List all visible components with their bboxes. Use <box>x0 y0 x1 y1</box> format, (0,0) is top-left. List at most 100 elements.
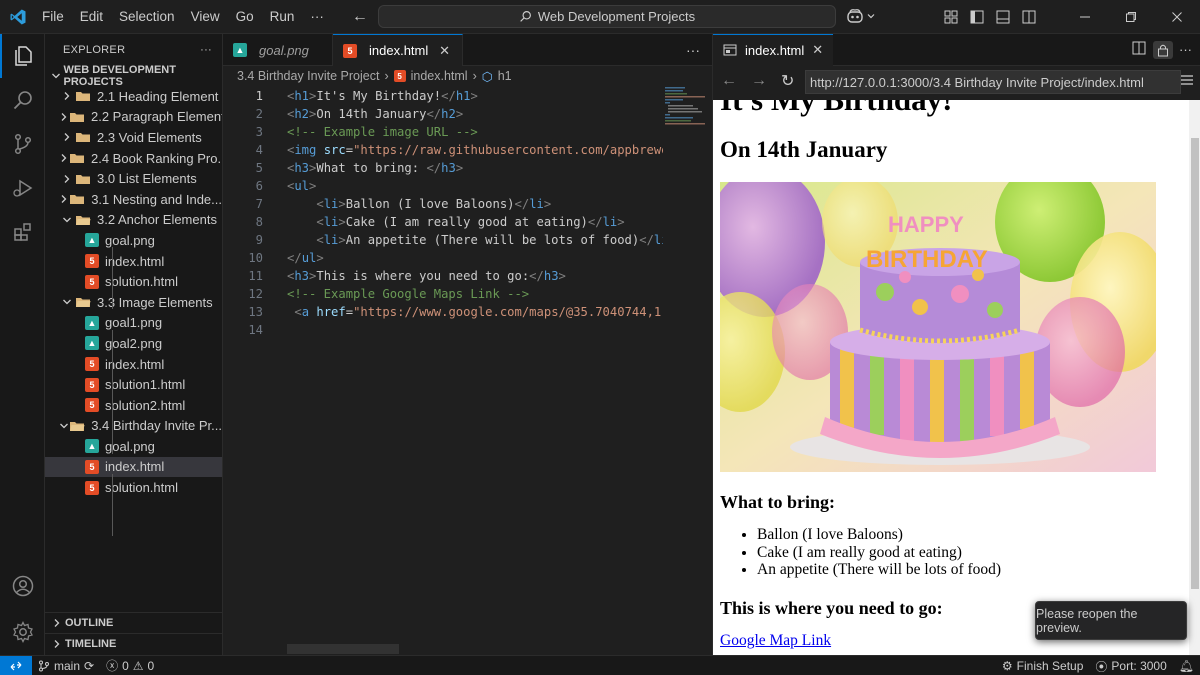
code-line[interactable]: 3 <!-- Example image URL --> <box>223 123 663 141</box>
copilot-button[interactable] <box>846 8 876 24</box>
notifications-bell[interactable]: 🔔︎ <box>1173 659 1200 673</box>
preview-more-icon[interactable]: ··· <box>1179 42 1192 57</box>
code-line[interactable]: 4 <img src="https://raw.githubusercontent… <box>223 141 663 159</box>
customize-layout-icon[interactable] <box>938 0 964 34</box>
explorer-sidebar: EXPLORER ··· WEB DEVELOPMENT PROJECTS 2.… <box>45 34 223 655</box>
tree-indent-guide <box>112 330 113 454</box>
code-line[interactable]: 11 <h3>This is where you need to go:</h3> <box>223 267 663 285</box>
explorer-icon[interactable] <box>0 34 45 78</box>
menu-go[interactable]: Go <box>228 9 262 24</box>
file-item[interactable]: ▲ goal1.png <box>45 313 222 334</box>
minimap[interactable] <box>663 86 707 126</box>
lock-group-icon[interactable] <box>1153 40 1173 59</box>
file-item[interactable]: ▲ goal.png <box>45 230 222 251</box>
file-item[interactable]: 5 solution1.html <box>45 374 222 395</box>
finish-setup-status[interactable]: ⚙ Finish Setup <box>996 659 1089 673</box>
file-item[interactable]: 5 index.html <box>45 456 222 478</box>
tree-item-label: goal2.png <box>105 335 163 351</box>
menu-run[interactable]: Run <box>262 9 303 24</box>
tab-label: index.html <box>369 43 429 58</box>
menu-selection[interactable]: Selection <box>111 9 183 24</box>
code-line[interactable]: 1 <h1>It's My Birthday!</h1> <box>223 87 663 105</box>
folder-item[interactable]: 2.2 Paragraph Element <box>45 107 222 128</box>
file-item[interactable]: 5 solution.html <box>45 477 222 498</box>
refresh-icon[interactable]: ↻ <box>781 71 794 91</box>
file-item[interactable]: 5 index.html <box>45 354 222 375</box>
folder-item[interactable]: 2.3 Void Elements <box>45 127 222 148</box>
extensions-icon[interactable] <box>0 210 45 254</box>
settings-gear-icon[interactable] <box>0 610 45 654</box>
breadcrumb-folder[interactable]: 3.4 Birthday Invite Project <box>237 69 379 83</box>
split-editor-icon[interactable] <box>1131 40 1147 59</box>
folder-item[interactable]: 3.2 Anchor Elements <box>45 210 222 231</box>
html-file-icon: 5 <box>85 377 99 392</box>
editor-more-icon[interactable]: ··· <box>686 42 700 58</box>
branch-status[interactable]: main ⟳ <box>32 659 100 673</box>
close-tab-icon[interactable]: ✕ <box>439 43 450 59</box>
file-item[interactable]: ▲ goal2.png <box>45 333 222 354</box>
run-debug-icon[interactable] <box>0 166 45 210</box>
toggle-sidebar-icon[interactable] <box>964 0 990 34</box>
workspace-root[interactable]: WEB DEVELOPMENT PROJECTS <box>45 64 222 88</box>
toggle-secondary-sidebar-icon[interactable] <box>1016 0 1042 34</box>
outline-section[interactable]: OUTLINE <box>45 612 223 633</box>
code-line[interactable]: 6 <ul> <box>223 177 663 195</box>
breadcrumb-file[interactable]: index.html <box>411 69 468 83</box>
back-arrow-icon[interactable]: ← <box>352 8 368 26</box>
restore-button[interactable] <box>1108 0 1154 34</box>
browser-menu-icon[interactable] <box>1180 73 1194 91</box>
search-icon[interactable] <box>0 78 45 122</box>
tab-goal-png[interactable]: ▲ goal.png <box>223 34 333 66</box>
code-line[interactable]: 7 <li>Ballon (I love Baloons)</li> <box>223 195 663 213</box>
code-line[interactable]: 10 </ul> <box>223 249 663 267</box>
page-scrollbar-thumb[interactable] <box>1191 138 1199 589</box>
code-line[interactable]: 14 <box>223 321 663 339</box>
notification-toast[interactable]: Please reopen the preview. <box>1035 601 1187 640</box>
file-item[interactable]: 5 solution.html <box>45 271 222 292</box>
remote-indicator-icon[interactable] <box>0 655 32 675</box>
menu-view[interactable]: View <box>183 9 228 24</box>
breadcrumb: 3.4 Birthday Invite Project › 5 index.ht… <box>223 66 712 86</box>
file-item[interactable]: 5 index.html <box>45 251 222 272</box>
code-line[interactable]: 8 <li>Cake (I am really good at eating)<… <box>223 213 663 231</box>
code-line[interactable]: 2 <h2>On 14th January</h2> <box>223 105 663 123</box>
folder-item[interactable]: 3.0 List Elements <box>45 168 222 189</box>
port-status[interactable]: ⦿ Port: 3000 <box>1089 658 1172 675</box>
folder-item[interactable]: 3.1 Nesting and Inde... <box>45 189 222 210</box>
code-line[interactable]: 13 <a href="https://www.google.com/maps/… <box>223 303 663 321</box>
browser-back-icon[interactable]: ← <box>721 72 737 90</box>
tab-index-html[interactable]: 5 index.html ✕ <box>333 34 463 66</box>
timeline-section[interactable]: TIMELINE <box>45 633 223 654</box>
file-item[interactable]: ▲ goal.png <box>45 436 222 457</box>
folder-item[interactable]: 2.4 Book Ranking Pro... <box>45 148 222 169</box>
folder-icon <box>69 152 85 164</box>
code-line[interactable]: 12 <!-- Example Google Maps Link --> <box>223 285 663 303</box>
close-tab-icon[interactable]: ✕ <box>812 42 823 58</box>
browser-forward-icon[interactable]: → <box>751 72 767 90</box>
account-icon[interactable] <box>0 564 45 608</box>
tab-preview-index-html[interactable]: index.html ✕ <box>713 33 834 66</box>
url-bar[interactable]: http://127.0.0.1:3000/3.4 Birthday Invit… <box>805 70 1181 94</box>
minimize-button[interactable] <box>1062 0 1108 34</box>
folder-item[interactable]: 3.3 Image Elements <box>45 292 222 313</box>
command-center-search[interactable]: Web Development Projects <box>378 5 836 28</box>
google-map-link[interactable]: Google Map Link <box>720 632 831 650</box>
file-item[interactable]: 5 solution2.html <box>45 395 222 416</box>
source-control-icon[interactable] <box>0 122 45 166</box>
tree-item-label: 3.4 Birthday Invite Pr... <box>91 418 222 434</box>
breadcrumb-symbol[interactable]: h1 <box>498 69 512 83</box>
problems-status[interactable]: ⓧ 0 ⚠ 0 <box>100 657 160 674</box>
folder-item[interactable]: 2.1 Heading Element <box>45 86 222 107</box>
code-line[interactable]: 9 <li>An appetite (There will be lots of… <box>223 231 663 249</box>
code-line[interactable]: 5 <h3>What to bring: </h3> <box>223 159 663 177</box>
toggle-panel-icon[interactable] <box>990 0 1016 34</box>
menu-edit[interactable]: Edit <box>72 9 111 24</box>
folder-item[interactable]: 3.4 Birthday Invite Pr... <box>45 416 222 437</box>
explorer-more-icon[interactable]: ··· <box>200 44 212 56</box>
code-editor[interactable]: 1 <h1>It's My Birthday!</h1> 2 <h2>On 14th … <box>223 86 712 646</box>
menu-file[interactable]: File <box>34 9 72 24</box>
horizontal-scrollbar[interactable] <box>287 644 399 654</box>
title-bar: File Edit Selection View Go Run ··· ← → … <box>0 0 1200 34</box>
menu-more[interactable]: ··· <box>302 9 332 24</box>
close-window-button[interactable] <box>1154 0 1200 34</box>
